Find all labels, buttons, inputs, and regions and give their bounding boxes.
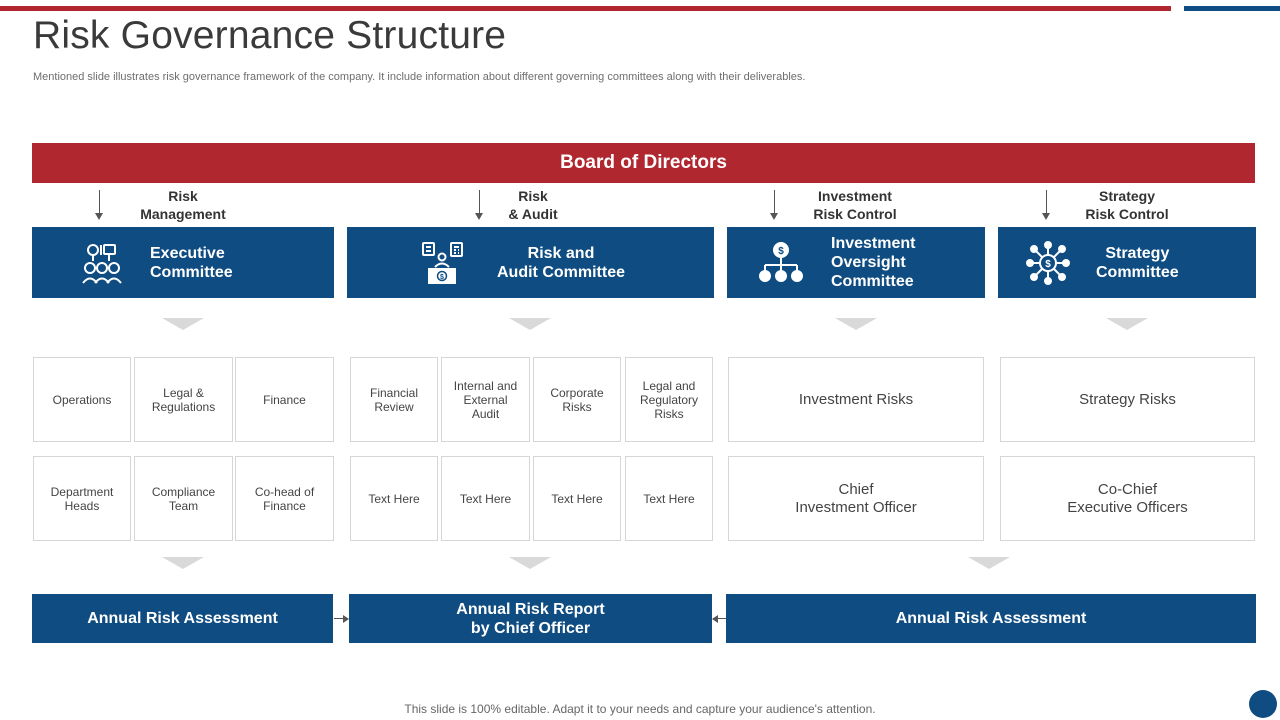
strategy-committee-box: $ Strategy Committee <box>998 227 1256 298</box>
team-icon <box>76 239 128 287</box>
page-indicator-dot <box>1249 690 1277 718</box>
grid-cell-executive: Finance <box>235 357 334 442</box>
audit-desk-icon: $ <box>417 239 469 287</box>
top-accent-bar-red <box>0 6 1171 11</box>
grid-cell-audit: Text Here <box>533 456 621 541</box>
chevron-executive <box>162 318 204 330</box>
grid-cell-executive: Co-head of Finance <box>235 456 334 541</box>
footer-note: This slide is 100% editable. Adapt it to… <box>404 702 876 716</box>
flow-label-risk-management: Risk Management <box>140 188 226 222</box>
org-chart-dollar-icon: $ <box>755 239 807 287</box>
executive-committee-box: Executive Committee <box>32 227 334 298</box>
grid-cell-audit: Legal and Regulatory Risks <box>625 357 713 442</box>
down-arrow-3 <box>770 190 778 220</box>
flow-label-risk-audit: Risk & Audit <box>508 188 558 222</box>
grid-cell-executive: Operations <box>33 357 131 442</box>
risk-audit-committee-label: Risk and Audit Committee <box>497 244 625 281</box>
flow-label-strategy-risk-control: Strategy Risk Control <box>1085 188 1169 222</box>
down-arrow-4 <box>1042 190 1050 220</box>
strategy-committee-label: Strategy Committee <box>1096 244 1179 281</box>
executive-committee-label: Executive Committee <box>150 244 233 281</box>
svg-text:$: $ <box>778 246 784 257</box>
investment-oversight-committee-box: $ Investment Oversight Committee <box>727 227 985 298</box>
grid-cell-investment: Chief Investment Officer <box>728 456 984 541</box>
svg-text:$: $ <box>440 274 444 281</box>
network-hub-icon: $ <box>1022 239 1074 287</box>
grid-cell-investment: Investment Risks <box>728 357 984 442</box>
slide-subtitle: Mentioned slide illustrates risk governa… <box>33 71 806 83</box>
flow-label-investment-risk-control: Investment Risk Control <box>813 188 897 222</box>
chevron-investment <box>835 318 877 330</box>
grid-cell-audit: Text Here <box>625 456 713 541</box>
arrow-left-to-report <box>712 614 726 623</box>
top-accent-bar-blue <box>1184 6 1280 11</box>
chevron-lower-left <box>162 557 204 569</box>
grid-cell-audit: Internal and External Audit <box>441 357 530 442</box>
chevron-audit <box>509 318 551 330</box>
grid-cell-audit: Financial Review <box>350 357 438 442</box>
chevron-strategy <box>1106 318 1148 330</box>
investment-oversight-committee-label: Investment Oversight Committee <box>831 235 916 290</box>
grid-cell-executive: Department Heads <box>33 456 131 541</box>
board-of-directors-box: Board of Directors <box>32 143 1255 183</box>
grid-cell-audit: Corporate Risks <box>533 357 621 442</box>
slide-title: Risk Governance Structure <box>33 14 507 57</box>
annual-risk-report-box: Annual Risk Report by Chief Officer <box>349 594 712 643</box>
grid-cell-audit: Text Here <box>350 456 438 541</box>
chevron-lower-middle <box>509 557 551 569</box>
svg-text:$: $ <box>1045 259 1051 270</box>
down-arrow-1 <box>95 190 103 220</box>
chevron-lower-right <box>968 557 1010 569</box>
grid-cell-executive: Legal & Regulations <box>134 357 233 442</box>
arrow-right-to-report <box>334 614 349 623</box>
down-arrow-2 <box>475 190 483 220</box>
grid-cell-executive: Compliance Team <box>134 456 233 541</box>
annual-risk-assessment-right: Annual Risk Assessment <box>726 594 1256 643</box>
risk-audit-committee-box: $ Risk and Audit Committee <box>347 227 714 298</box>
annual-risk-assessment-left: Annual Risk Assessment <box>32 594 333 643</box>
grid-cell-audit: Text Here <box>441 456 530 541</box>
grid-cell-strategy: Strategy Risks <box>1000 357 1255 442</box>
grid-cell-strategy: Co-Chief Executive Officers <box>1000 456 1255 541</box>
